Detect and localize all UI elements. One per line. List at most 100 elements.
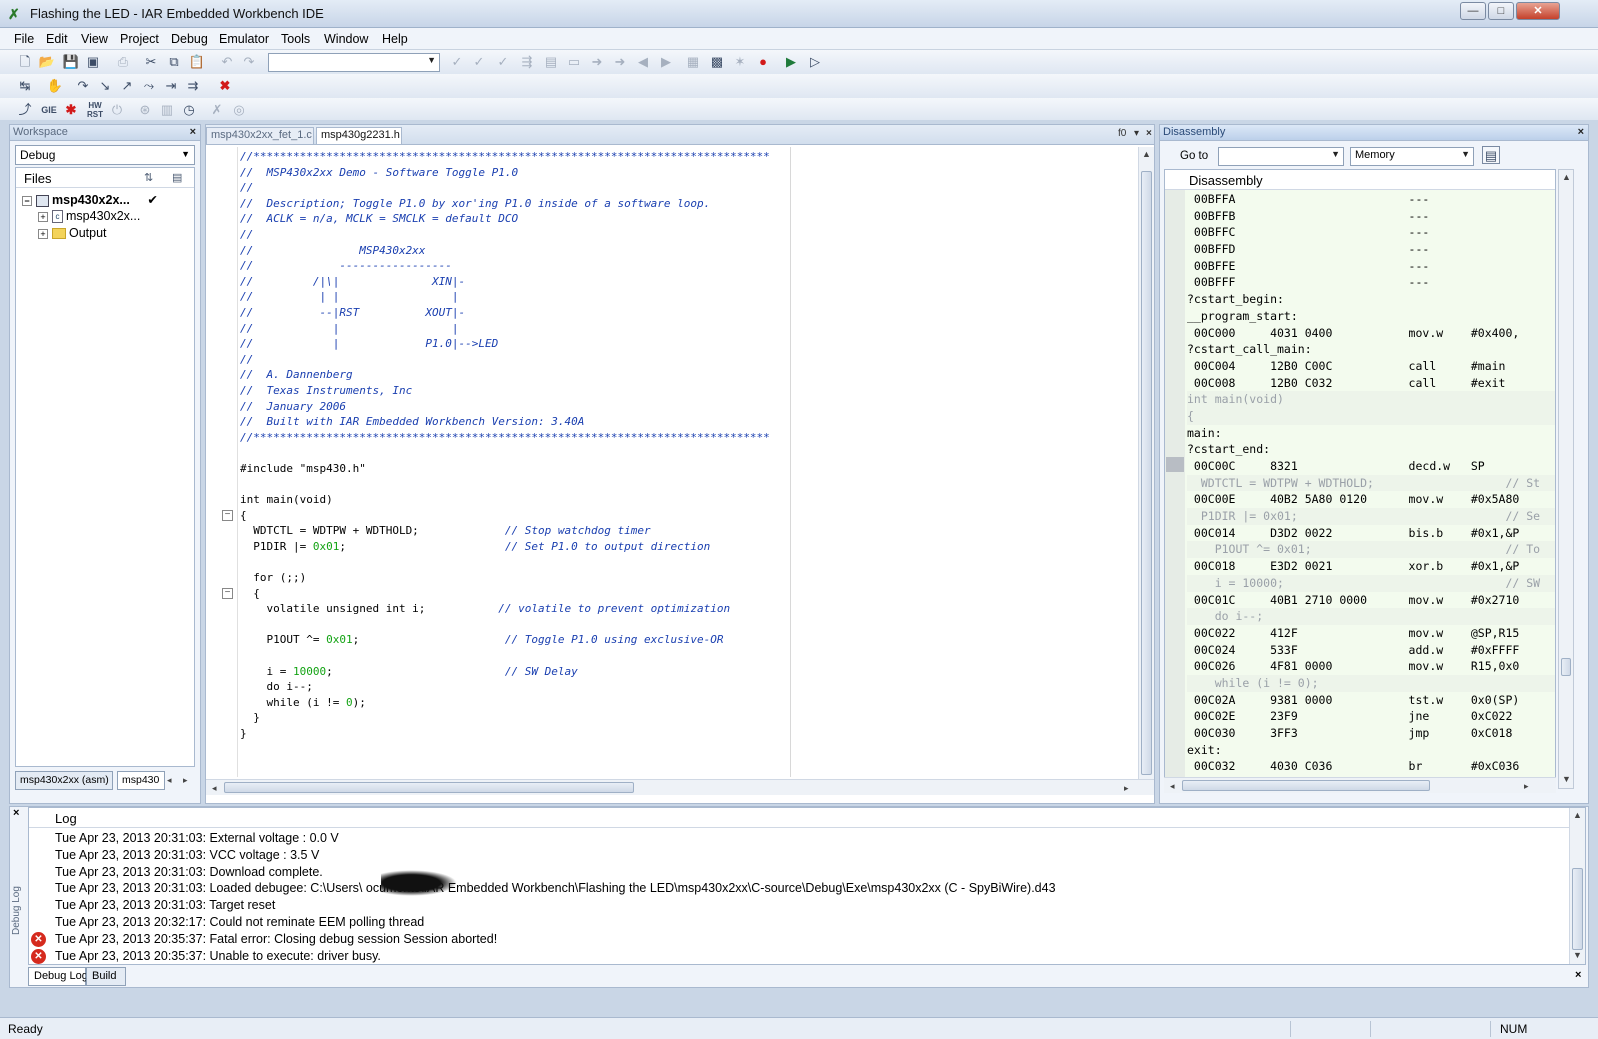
stop-debugging-icon[interactable]: ✖ bbox=[216, 77, 234, 95]
code-line[interactable]: // | | bbox=[240, 321, 770, 337]
editor-horizontal-scrollbar[interactable]: ◂ ▸ bbox=[206, 779, 1154, 795]
disassembly-instruction[interactable]: 00BFFD --- bbox=[1187, 241, 1555, 258]
tab-msp430g2231-h[interactable]: msp430g2231.h bbox=[316, 127, 402, 144]
code-line[interactable]: P1OUT ^= 0x01; // Toggle P1.0 using excl… bbox=[240, 632, 770, 648]
close-icon[interactable]: × bbox=[1575, 969, 1581, 981]
disassembly-instruction[interactable]: 00C014 D3D2 0022 bis.b #0x1,&P bbox=[1187, 525, 1555, 542]
nav-back-icon[interactable]: ◀ bbox=[634, 53, 652, 71]
disassembly-source-line[interactable]: P1OUT ^= 0x01; // To bbox=[1187, 541, 1555, 559]
scroll-left-icon[interactable]: ◂ bbox=[167, 775, 172, 786]
code-line[interactable]: // | | | bbox=[240, 289, 770, 305]
scroll-down-icon[interactable]: ▼ bbox=[1573, 950, 1582, 960]
disassembly-instruction[interactable]: 00C00E 40B2 5A80 0120 mov.w #0x5A80 bbox=[1187, 491, 1555, 508]
disassembly-instruction[interactable]: 00C026 4F81 0000 mov.w R15,0x0 bbox=[1187, 658, 1555, 675]
menu-emulator[interactable]: Emulator bbox=[219, 32, 269, 46]
log-line[interactable]: Tue Apr 23, 2013 20:31:03: VCC voltage :… bbox=[55, 847, 1056, 864]
tab-workspace-msp430[interactable]: msp430 bbox=[117, 771, 165, 790]
disassembly-instruction[interactable]: 00BFFE --- bbox=[1187, 258, 1555, 275]
menu-help[interactable]: Help bbox=[382, 32, 408, 46]
disassembly-instruction[interactable]: 00BFFC --- bbox=[1187, 224, 1555, 241]
scroll-up-icon[interactable]: ▲ bbox=[1142, 149, 1151, 159]
scroll-up-icon[interactable]: ▲ bbox=[1562, 172, 1571, 182]
code-line[interactable]: { bbox=[240, 586, 770, 602]
disassembly-source-line[interactable]: i = 10000; // SW bbox=[1187, 574, 1555, 592]
code-line[interactable] bbox=[240, 648, 770, 664]
code-line[interactable]: } bbox=[240, 726, 770, 742]
find-next-icon[interactable]: ✓ bbox=[470, 53, 488, 71]
close-icon[interactable]: × bbox=[1578, 125, 1584, 140]
code-line[interactable]: for (;;) bbox=[240, 570, 770, 586]
disassembly-source-line[interactable]: do i--; bbox=[1187, 608, 1555, 625]
undo-icon[interactable]: ↶ bbox=[218, 53, 236, 71]
scroll-right-icon[interactable]: ▸ bbox=[1124, 783, 1129, 794]
scroll-right-icon[interactable]: ▸ bbox=[1524, 781, 1529, 792]
tab-debug-log[interactable]: Debug Log bbox=[28, 967, 88, 986]
reset-icon[interactable]: ↹ bbox=[16, 77, 34, 95]
disassembly-instruction[interactable]: 00C018 E3D2 0021 xor.b #0x1,&P bbox=[1187, 558, 1555, 575]
code-line[interactable]: WDTCTL = WDTPW + WDTHOLD; // Stop watchd… bbox=[240, 523, 770, 539]
scroll-right-icon[interactable]: ▸ bbox=[183, 775, 188, 786]
collapse-icon[interactable]: − bbox=[22, 195, 32, 206]
code-line[interactable]: // ACLK = n/a, MCLK = SMCLK = default DC… bbox=[240, 211, 770, 227]
debug-without-download-icon[interactable]: ▷ bbox=[806, 53, 824, 71]
code-line[interactable]: // A. Dannenberg bbox=[240, 367, 770, 383]
menu-debug[interactable]: Debug bbox=[171, 32, 208, 46]
save-icon[interactable]: 💾 bbox=[62, 53, 80, 71]
log-line[interactable]: Tue Apr 23, 2013 20:32:17: Could not rem… bbox=[55, 914, 1056, 931]
overview-icon[interactable]: ▤ bbox=[172, 171, 182, 184]
emulator-icon[interactable]: ⤴ bbox=[16, 101, 34, 119]
tree-item-project[interactable]: − msp430x2x... ✔ bbox=[22, 192, 158, 207]
code-line[interactable]: // | P1.0|-->LED bbox=[240, 336, 770, 352]
scroll-thumb[interactable] bbox=[1182, 780, 1430, 791]
menu-project[interactable]: Project bbox=[120, 32, 159, 46]
scroll-left-icon[interactable]: ◂ bbox=[212, 783, 217, 794]
tab-list-control[interactable]: f0 bbox=[1118, 128, 1126, 139]
scroll-left-icon[interactable]: ◂ bbox=[1170, 781, 1175, 792]
log-line-error[interactable]: ✕ Tue Apr 23, 2013 20:35:37: Fatal error:… bbox=[31, 931, 1056, 948]
minimize-button[interactable]: — bbox=[1460, 2, 1486, 20]
disassembly-label[interactable]: main: bbox=[1187, 425, 1555, 442]
disassembly-label[interactable]: ?cstart_end: bbox=[1187, 441, 1555, 458]
sort-icon[interactable]: ⇅ bbox=[144, 171, 153, 184]
scroll-thumb[interactable] bbox=[1141, 171, 1152, 775]
tree-item-output[interactable]: + Output bbox=[38, 226, 107, 240]
close-icon[interactable]: × bbox=[13, 807, 19, 819]
disassembly-label[interactable]: __program_start: bbox=[1187, 308, 1555, 325]
code-line[interactable]: //**************************************… bbox=[240, 149, 770, 165]
bug-icon[interactable]: ✱ bbox=[62, 101, 80, 119]
fold-icon[interactable]: − bbox=[222, 510, 233, 521]
expand-icon[interactable]: + bbox=[38, 211, 48, 222]
scroll-up-icon[interactable]: ▲ bbox=[1573, 810, 1582, 820]
code-line[interactable]: // bbox=[240, 352, 770, 368]
code-line[interactable]: volatile unsigned int i; // volatile to … bbox=[240, 601, 770, 617]
break-icon[interactable]: ✋ bbox=[46, 77, 64, 95]
fold-icon[interactable]: − bbox=[222, 588, 233, 599]
log-line[interactable]: Tue Apr 23, 2013 20:31:03: Loaded debuge… bbox=[55, 880, 1056, 897]
compile-icon[interactable]: ▦ bbox=[684, 53, 702, 71]
gie-button[interactable]: GIE bbox=[38, 101, 60, 119]
redo-icon[interactable]: ↷ bbox=[240, 53, 258, 71]
close-window-button[interactable]: ✕ bbox=[1516, 2, 1560, 20]
disassembly-instruction[interactable]: 00C022 412F mov.w @SP,R15 bbox=[1187, 625, 1555, 642]
disassembly-source-line[interactable]: int main(void) bbox=[1187, 391, 1555, 408]
log-view[interactable]: Log Tue Apr 23, 2013 20:31:03: External … bbox=[28, 807, 1586, 965]
print-icon[interactable]: ⎙ bbox=[114, 53, 132, 71]
expand-icon[interactable]: + bbox=[38, 228, 48, 239]
paste-icon[interactable]: 📋 bbox=[188, 53, 206, 71]
bookmark-icon[interactable]: ▭ bbox=[565, 53, 583, 71]
code-line[interactable]: // Texas Instruments, Inc bbox=[240, 383, 770, 399]
disassembly-source-line[interactable]: WDTCTL = WDTPW + WDTHOLD; // St bbox=[1187, 474, 1555, 492]
log-line-error[interactable]: ✕ Tue Apr 23, 2013 20:35:37: Unable to ex… bbox=[31, 948, 1056, 965]
disassembly-instruction[interactable]: 00C030 3FF3 jmp 0xC018 bbox=[1187, 725, 1555, 742]
memory-icon[interactable]: ▥ bbox=[158, 101, 176, 119]
menu-view[interactable]: View bbox=[81, 32, 108, 46]
code-line[interactable]: P1DIR |= 0x01; // Set P1.0 to output dir… bbox=[240, 539, 770, 555]
code-line[interactable] bbox=[240, 476, 770, 492]
log-line[interactable]: Tue Apr 23, 2013 20:31:03: Target reset bbox=[55, 897, 1056, 914]
goto-input[interactable]: ▼ bbox=[1218, 147, 1344, 166]
run-to-cursor-icon[interactable]: ⇥ bbox=[162, 77, 180, 95]
disassembly-source-line[interactable]: P1DIR |= 0x01; // Se bbox=[1187, 508, 1555, 525]
close-icon[interactable]: × bbox=[190, 125, 196, 140]
code-line[interactable]: // MSP430x2xx Demo - Software Toggle P1.… bbox=[240, 165, 770, 181]
tab-build[interactable]: Build bbox=[86, 967, 126, 986]
